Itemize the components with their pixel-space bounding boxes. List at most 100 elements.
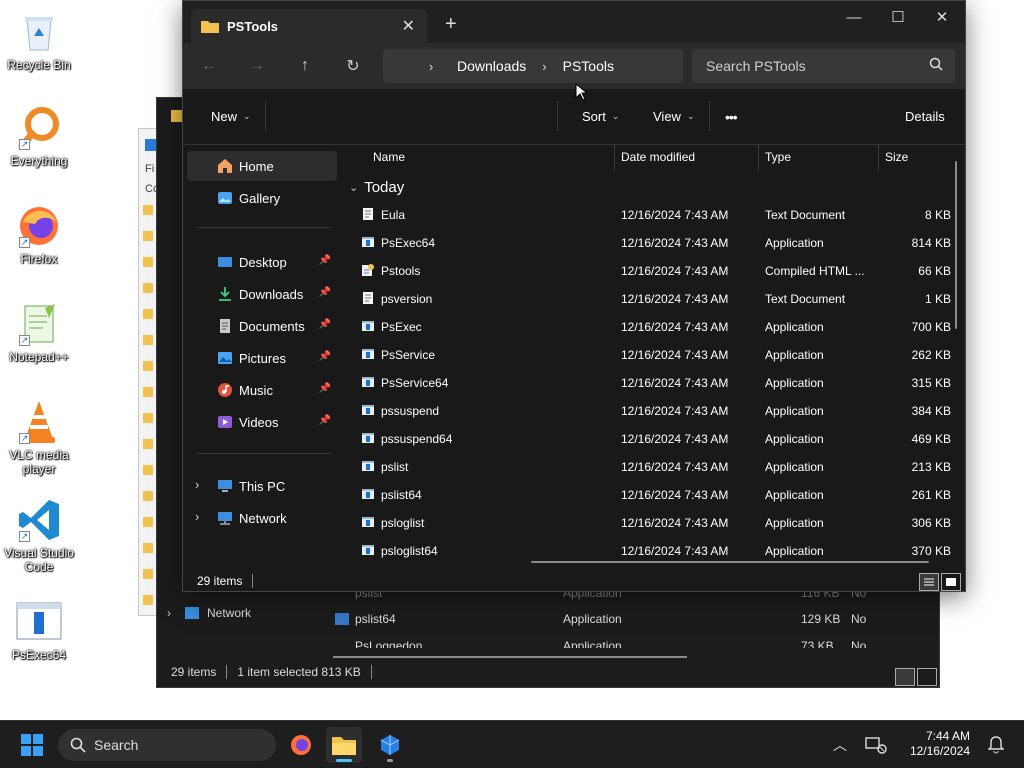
- file-row[interactable]: PsService 12/16/2024 7:43 AM Application 26…: [341, 341, 951, 369]
- sidebar-item-documents[interactable]: Documents 📌: [187, 311, 337, 341]
- minimize-button[interactable]: —: [831, 5, 877, 29]
- column-header-date[interactable]: Date modified: [621, 145, 695, 169]
- file-row[interactable]: psloglist 12/16/2024 7:43 AM Application 30…: [341, 509, 951, 537]
- file-row[interactable]: PsExec64 12/16/2024 7:43 AM Application 814…: [341, 229, 951, 257]
- desktop-icon-firefox[interactable]: ↗ Firefox: [0, 202, 78, 266]
- everything-search-icon: ↗: [15, 104, 63, 152]
- desktop-icon-psexec64[interactable]: PsExec64: [0, 598, 78, 662]
- file-row[interactable]: pslist64 12/16/2024 7:43 AM Application 261…: [341, 481, 951, 509]
- table-row[interactable]: pslist64 Application 129 KB No: [335, 606, 925, 632]
- column-header-size[interactable]: Size: [885, 145, 908, 169]
- details-view-button[interactable]: [919, 573, 939, 591]
- app-exe-icon: [361, 543, 375, 557]
- horizontal-scrollbar[interactable]: [531, 561, 929, 563]
- breadcrumb-pstools[interactable]: PSTools: [563, 58, 614, 74]
- details-view-icon: [924, 578, 934, 586]
- taskbar-file-explorer[interactable]: [326, 727, 362, 763]
- sidebar-item-videos[interactable]: Videos 📌: [187, 407, 337, 437]
- forward-button[interactable]: →: [243, 53, 271, 79]
- sidebar-item-downloads[interactable]: Downloads 📌: [187, 279, 337, 309]
- taskbar-firefox[interactable]: [283, 727, 319, 763]
- maximize-button[interactable]: ☐: [875, 5, 921, 29]
- file-size: 262 KB: [911, 348, 951, 362]
- more-options-button[interactable]: •••: [725, 109, 738, 125]
- taskbar-app[interactable]: [372, 727, 408, 763]
- app-exe-icon: [15, 598, 63, 646]
- file-size: 370 KB: [911, 544, 951, 558]
- notepad-plus-plus-icon: ↗: [15, 300, 63, 348]
- notifications-button[interactable]: [978, 727, 1014, 763]
- file-name: Pstools: [381, 264, 421, 278]
- file-attr: No: [851, 639, 867, 648]
- tab-pstools[interactable]: PSTools ✕: [191, 9, 427, 43]
- sidebar-item-network-bg[interactable]: › Network: [167, 600, 307, 626]
- sidebar-item-network[interactable]: › Network: [187, 503, 337, 533]
- view-button[interactable]: View ⌄: [653, 109, 695, 124]
- file-date-modified: 12/16/2024 7:43 AM: [621, 348, 729, 362]
- tiles-view-button[interactable]: [917, 668, 937, 686]
- status-bar: 29 items: [183, 569, 965, 593]
- file-type: Compiled HTML ...: [765, 264, 865, 278]
- file-row[interactable]: pssuspend64 12/16/2024 7:43 AM Application…: [341, 425, 951, 453]
- new-tab-button[interactable]: +: [445, 13, 457, 36]
- table-row[interactable]: PsLoggedon Application 73 KB No: [335, 634, 925, 648]
- chm-file-icon: [361, 263, 375, 277]
- sidebar-item-this-pc[interactable]: › This PC: [187, 471, 337, 501]
- desktop-icon-vscode[interactable]: ↗ Visual Studio Code: [0, 496, 78, 574]
- pin-icon[interactable]: 📌: [319, 287, 331, 298]
- sidebar-item-desktop[interactable]: Desktop 📌: [187, 247, 337, 277]
- pin-icon[interactable]: 📌: [319, 383, 331, 394]
- file-row[interactable]: pssuspend 12/16/2024 7:43 AM Application 38…: [341, 397, 951, 425]
- chevron-right-icon[interactable]: ›: [195, 477, 199, 492]
- search-input[interactable]: Search PSTools: [692, 49, 955, 83]
- sidebar-item-label: Network: [239, 510, 287, 526]
- back-button[interactable]: ←: [195, 53, 223, 79]
- taskbar-search[interactable]: Search: [58, 729, 276, 761]
- details-view-button[interactable]: [895, 668, 915, 686]
- breadcrumb-downloads[interactable]: Downloads: [457, 58, 526, 74]
- column-header-name[interactable]: Name: [373, 145, 405, 169]
- tiles-view-button[interactable]: [941, 573, 961, 591]
- file-row[interactable]: PsExec 12/16/2024 7:43 AM Application 700 K…: [341, 313, 951, 341]
- breadcrumb[interactable]: › Downloads › PSTools: [383, 49, 683, 83]
- app-exe-icon: [361, 375, 375, 389]
- pin-icon[interactable]: 📌: [319, 351, 331, 362]
- file-row[interactable]: psversion 12/16/2024 7:43 AM Text Document…: [341, 285, 951, 313]
- network-status-button[interactable]: [858, 727, 894, 763]
- title-bar[interactable]: PSTools ✕ + — ☐ ✕: [183, 1, 965, 43]
- desktop-icon-recycle-bin[interactable]: Recycle Bin: [0, 8, 78, 72]
- desktop-icon-label: PsExec64: [11, 648, 67, 662]
- sidebar-item-pictures[interactable]: Pictures 📌: [187, 343, 337, 373]
- sort-button[interactable]: Sort ⌄: [582, 109, 619, 124]
- close-window-button[interactable]: ✕: [919, 5, 965, 29]
- desktop-icon-everything[interactable]: ↗ Everything: [0, 104, 78, 168]
- chevron-right-icon[interactable]: ›: [195, 509, 199, 524]
- desktop-icon-vlc[interactable]: ↗ VLC media player: [0, 398, 78, 476]
- show-hidden-icons-button[interactable]: ︿: [822, 727, 858, 763]
- desktop-icon-notepad-plus-plus[interactable]: ↗ Notepad++: [0, 300, 78, 364]
- new-button[interactable]: New ⌄: [211, 109, 251, 124]
- file-attr: No: [851, 612, 867, 626]
- sidebar-item-gallery[interactable]: Gallery: [187, 183, 337, 213]
- details-button[interactable]: Details: [905, 109, 945, 124]
- refresh-button[interactable]: ↻: [339, 53, 367, 79]
- pin-icon[interactable]: 📌: [319, 319, 331, 330]
- group-header-today[interactable]: ⌄ Today: [349, 179, 404, 196]
- file-row[interactable]: Pstools 12/16/2024 7:43 AM Compiled HTML .…: [341, 257, 951, 285]
- close-tab-icon[interactable]: ✕: [402, 16, 415, 36]
- sidebar-item-home[interactable]: Home: [187, 151, 337, 181]
- file-explorer-window[interactable]: PSTools ✕ + — ☐ ✕ ← → ↑ ↻ › Downloads › …: [182, 0, 966, 592]
- clock[interactable]: 7:44 AM 12/16/2024: [908, 729, 970, 759]
- up-button[interactable]: ↑: [291, 53, 319, 79]
- file-row[interactable]: PsService64 12/16/2024 7:43 AM Application…: [341, 369, 951, 397]
- start-button[interactable]: [14, 727, 50, 763]
- file-size: 814 KB: [911, 236, 951, 250]
- column-header-type[interactable]: Type: [765, 145, 791, 169]
- vertical-scrollbar[interactable]: [955, 161, 957, 329]
- file-name: Eula: [381, 208, 406, 222]
- pin-icon[interactable]: 📌: [319, 255, 331, 266]
- pin-icon[interactable]: 📌: [319, 415, 331, 426]
- sidebar-item-music[interactable]: Music 📌: [187, 375, 337, 405]
- file-row[interactable]: pslist 12/16/2024 7:43 AM Application 213 K…: [341, 453, 951, 481]
- file-row[interactable]: Eula 12/16/2024 7:43 AM Text Document 8 KB: [341, 201, 951, 229]
